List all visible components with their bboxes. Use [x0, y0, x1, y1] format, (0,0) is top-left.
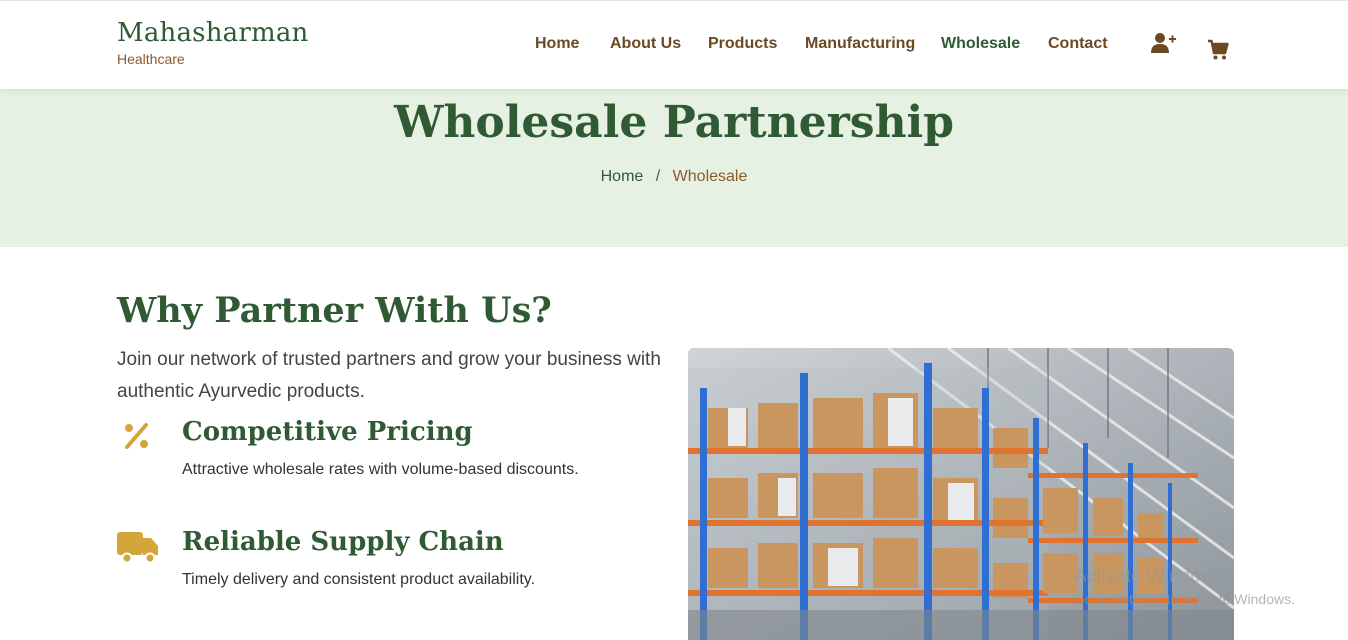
nav-wholesale[interactable]: Wholesale	[941, 35, 1020, 53]
section-title: Why Partner With Us?	[117, 290, 552, 331]
nav-contact[interactable]: Contact	[1048, 35, 1108, 53]
page-hero: Wholesale Partnership Home / Wholesale	[0, 89, 1348, 247]
breadcrumb: Home / Wholesale	[0, 168, 1348, 186]
brand-subtitle: Healthcare	[117, 51, 185, 67]
user-plus-icon[interactable]	[1151, 32, 1177, 59]
nav-about-us[interactable]: About Us	[610, 35, 681, 53]
truck-icon	[117, 528, 159, 571]
windows-activation-watermark: Activate Windows	[1074, 566, 1224, 587]
cart-icon[interactable]	[1207, 39, 1229, 66]
breadcrumb-separator: /	[655, 168, 661, 185]
breadcrumb-home-link[interactable]: Home	[601, 168, 644, 185]
section-lead: Join our network of trusted partners and…	[117, 349, 661, 402]
breadcrumb-current: Wholesale	[672, 168, 748, 185]
percent-icon	[121, 420, 153, 457]
windows-activation-hint: Go to Settings to activate Windows.	[1074, 591, 1295, 607]
nav-home[interactable]: Home	[535, 35, 579, 53]
nav-manufacturing[interactable]: Manufacturing	[805, 35, 915, 53]
feature-title-supply-chain: Reliable Supply Chain	[182, 527, 504, 557]
feature-desc-supply-chain: Timely delivery and consistent product a…	[182, 571, 536, 588]
feature-title-pricing: Competitive Pricing	[182, 417, 473, 447]
nav-products[interactable]: Products	[708, 35, 777, 53]
site-header: Mahasharman Healthcare Home About Us Pro…	[0, 0, 1348, 89]
brand-name: Mahasharman	[117, 18, 309, 48]
brand-logo[interactable]: Mahasharman Healthcare	[117, 17, 309, 67]
page-title: Wholesale Partnership	[393, 97, 955, 148]
feature-desc-pricing: Attractive wholesale rates with volume-b…	[182, 461, 579, 478]
